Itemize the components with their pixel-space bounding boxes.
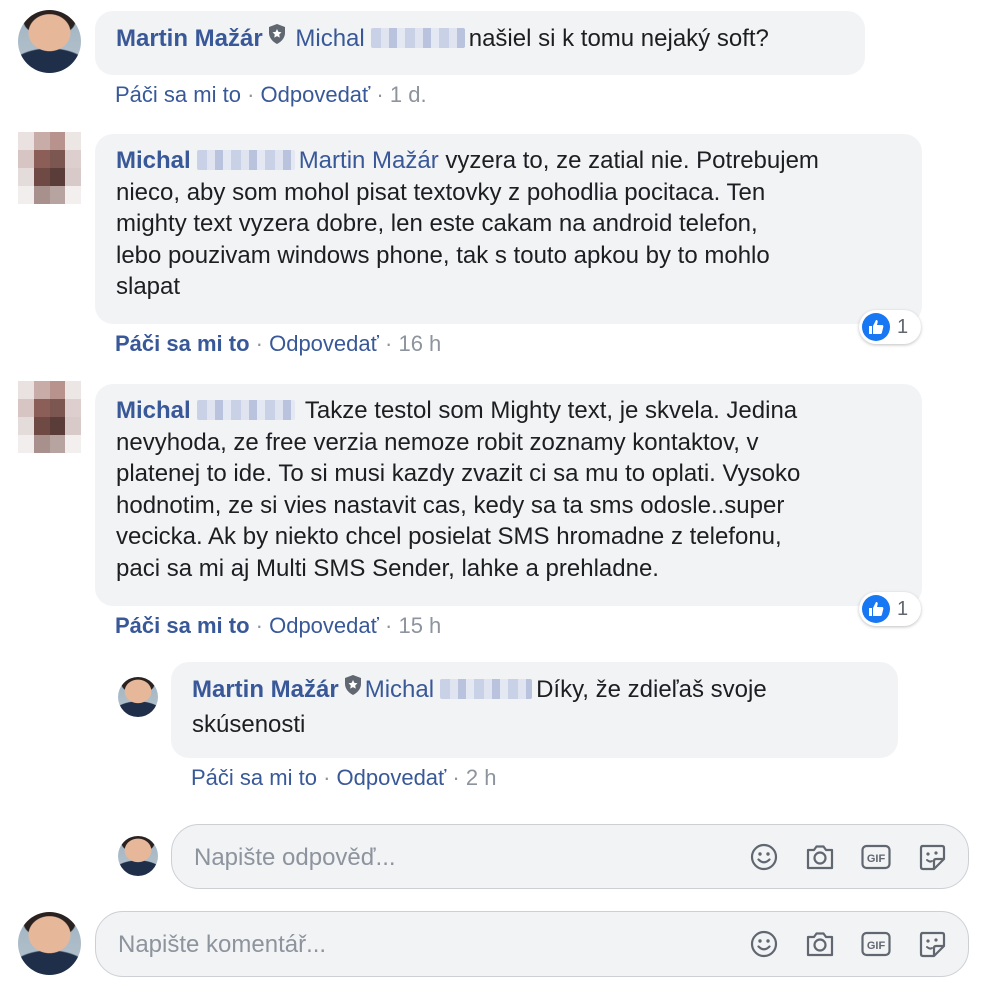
reply-time[interactable]: 2 h <box>466 765 497 790</box>
gif-icon[interactable]: GIF <box>859 840 893 874</box>
separator: · <box>255 331 263 356</box>
reply-link[interactable]: Odpovedať <box>261 82 371 107</box>
reply-text: Díky, že zdieľaš svoje <box>536 676 767 704</box>
reaction-count[interactable]: 1 <box>859 310 921 344</box>
mention-link[interactable]: Michal <box>295 25 364 52</box>
comment-text-line: vyzera to, ze zatial nie. Potrebujem <box>445 147 819 174</box>
comment-time[interactable]: 15 h <box>398 613 441 638</box>
reaction-count[interactable]: 1 <box>859 592 921 626</box>
comment-bubble: Michal Takze testol som Mighty text, je … <box>95 384 922 606</box>
comment-time[interactable]: 16 h <box>398 331 441 356</box>
comment-text-line: lebo pouzivam windows phone, tak s touto… <box>116 241 770 269</box>
svg-text:GIF: GIF <box>867 940 886 952</box>
mention-link[interactable]: Martin Mažár <box>299 147 439 174</box>
comment-author[interactable]: Michal <box>116 147 191 174</box>
reply-text: skúsenosti <box>192 710 306 738</box>
reply-actions: Páči sa mi to · Odpovedať · 2 h <box>191 765 496 791</box>
like-link[interactable]: Páči sa mi to <box>191 765 317 790</box>
comment-text-line: slapat <box>116 273 181 300</box>
comment-time[interactable]: 1 d. <box>390 82 427 107</box>
reply-input[interactable] <box>192 825 716 890</box>
separator: · <box>452 765 460 790</box>
comment-author[interactable]: Michal <box>116 397 191 424</box>
avatar-martin[interactable] <box>118 677 158 717</box>
comment-text: našiel si k tomu nejaký soft? <box>468 25 769 53</box>
comment-text-line: Takze testol som Mighty text, je skvela.… <box>304 397 798 424</box>
comment-text-line: platenej to ide. To si musi kazdy zvazit… <box>116 460 801 487</box>
comment-text-line: vecicka. Ak by niekto chcel posielat SMS… <box>116 523 782 550</box>
comment-actions: Páči sa mi to · Odpovedať · 16 h <box>115 331 441 357</box>
admin-shield-icon <box>343 673 363 705</box>
separator: · <box>385 613 393 638</box>
avatar-michal[interactable] <box>18 132 81 204</box>
separator: · <box>323 765 331 790</box>
avatar-martin[interactable] <box>18 10 81 73</box>
comment-author[interactable]: Martin Mažár <box>116 25 263 52</box>
like-link[interactable]: Páči sa mi to <box>115 613 250 638</box>
reply-composer[interactable]: GIF <box>171 824 969 890</box>
avatar-michal[interactable] <box>18 381 81 453</box>
mention-link[interactable]: Michal <box>365 676 434 703</box>
like-link[interactable]: Páči sa mi to <box>115 82 241 107</box>
emoji-icon[interactable] <box>747 840 781 874</box>
camera-icon[interactable] <box>803 840 837 874</box>
comment-composer[interactable]: GIF <box>95 911 969 978</box>
sticker-icon[interactable] <box>915 840 949 874</box>
reaction-number: 1 <box>897 315 909 338</box>
avatar-martin[interactable] <box>18 912 81 975</box>
camera-icon[interactable] <box>803 927 837 961</box>
redacted-name <box>440 679 533 700</box>
comment-text-line: hodnotim, ze si vies nastavit cas, kedy … <box>116 491 785 519</box>
like-reaction-icon <box>862 313 890 341</box>
reply-bubble: Martin Mažár Michal Díky, že zdieľaš svoje… <box>171 662 898 758</box>
comment-bubble: Michal Martin Mažár vyzera to, ze zatial … <box>95 134 922 324</box>
comment-text-line: paci sa mi aj Multi SMS Sender, lahke a … <box>116 554 659 582</box>
sticker-icon[interactable] <box>915 927 949 961</box>
avatar-martin[interactable] <box>118 836 158 876</box>
comment-text-line: mighty text vyzera dobre, len este cakam… <box>116 210 758 237</box>
separator: · <box>385 331 393 356</box>
reply-author[interactable]: Martin Mažár <box>192 676 339 703</box>
gif-icon[interactable]: GIF <box>859 927 893 961</box>
reply-link[interactable]: Odpovedať <box>269 331 379 356</box>
emoji-icon[interactable] <box>747 927 781 961</box>
reply-link[interactable]: Odpovedať <box>337 765 447 790</box>
reaction-number: 1 <box>897 597 909 620</box>
comment-text-line: nieco, aby som mohol pisat textovky z po… <box>116 178 766 206</box>
separator: · <box>247 82 255 107</box>
comment-text-line: nevyhoda, ze free verzia nemoze robit zo… <box>116 428 759 456</box>
like-link[interactable]: Páči sa mi to <box>115 331 250 356</box>
separator: · <box>376 82 384 107</box>
redacted-name <box>196 400 295 421</box>
svg-text:GIF: GIF <box>867 853 886 865</box>
comment-bubble: Martin Mažár Michal našiel si k tomu neja… <box>95 11 865 75</box>
comment-actions: Páči sa mi to · Odpovedať · 1 d. <box>115 82 427 108</box>
like-reaction-icon <box>862 595 890 623</box>
redacted-name <box>370 28 465 49</box>
reply-link[interactable]: Odpovedať <box>269 613 379 638</box>
comment-input[interactable] <box>116 912 640 978</box>
admin-shield-icon <box>267 22 287 54</box>
redacted-name <box>196 150 295 171</box>
separator: · <box>255 613 263 638</box>
comment-actions: Páči sa mi to · Odpovedať · 15 h <box>115 613 441 639</box>
